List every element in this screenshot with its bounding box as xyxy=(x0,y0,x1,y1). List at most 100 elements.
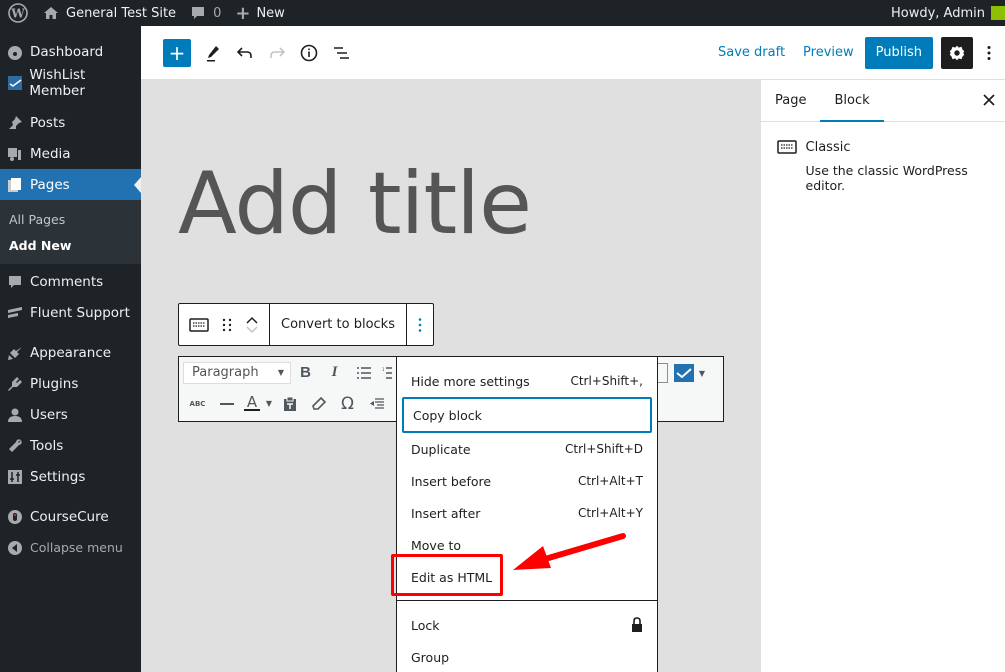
home-icon xyxy=(44,7,58,19)
italic-button[interactable]: I xyxy=(320,360,349,386)
menu-item-shortcut: Ctrl+Alt+Y xyxy=(577,506,643,520)
tab-block[interactable]: Block xyxy=(820,80,883,122)
undo-button[interactable] xyxy=(229,37,261,69)
sidebar-item-appearance[interactable]: Appearance xyxy=(0,337,141,368)
pages-submenu: All Pages Add New xyxy=(0,200,141,264)
wordpress-logo-icon[interactable]: W xyxy=(0,0,36,26)
publish-button[interactable]: Publish xyxy=(864,36,933,69)
details-button[interactable] xyxy=(293,37,325,69)
list-view-button[interactable] xyxy=(325,37,357,69)
text-color-button[interactable]: A xyxy=(241,391,263,417)
drag-handle[interactable] xyxy=(213,311,241,339)
redo-button[interactable] xyxy=(261,37,293,69)
sidebar-item-label: Dashboard xyxy=(30,43,104,60)
preview-button[interactable]: Preview xyxy=(794,45,863,60)
close-icon xyxy=(983,94,995,106)
sidebar-item-media[interactable]: Media xyxy=(0,138,141,169)
sidebar-item-label: Tools xyxy=(30,437,64,454)
sidebar-item-plugins[interactable]: Plugins xyxy=(0,368,141,399)
horizontal-line-icon xyxy=(219,402,234,405)
sidebar-item-wishlist-member[interactable]: WishList Member xyxy=(0,67,141,99)
menu-item-lock[interactable]: Lock xyxy=(397,609,657,641)
menu-item-edit-as-html[interactable]: Edit as HTML xyxy=(397,561,657,593)
gear-icon xyxy=(949,45,965,60)
sidebar-item-label: Posts xyxy=(30,114,66,131)
special-character-button[interactable]: Ω xyxy=(333,391,362,417)
text-color-dropdown[interactable]: ▼ xyxy=(263,391,275,417)
paste-text-button[interactable] xyxy=(275,391,304,417)
bullet-list-button[interactable] xyxy=(349,360,378,386)
sidebar-item-settings[interactable]: Settings xyxy=(0,461,141,492)
convert-label: Convert to blocks xyxy=(281,317,395,332)
sidebar-item-posts[interactable]: Posts xyxy=(0,107,141,138)
block-options-button[interactable] xyxy=(407,304,433,345)
editor-header: + Save draft Preview Publish xyxy=(141,26,1005,80)
submenu-all-pages[interactable]: All Pages xyxy=(0,206,141,232)
menu-item-move-to[interactable]: Move to xyxy=(397,529,657,561)
menu-item-label: Lock xyxy=(411,617,440,633)
bold-button[interactable]: B xyxy=(291,360,320,386)
clipboard-icon xyxy=(283,396,296,411)
fluent-icon xyxy=(6,304,24,322)
comments-link[interactable]: 0 xyxy=(183,0,228,26)
menu-item-label: Copy block xyxy=(413,407,482,423)
text-color-icon: A xyxy=(246,393,258,411)
move-down-button[interactable] xyxy=(245,325,259,335)
menu-item-duplicate[interactable]: Duplicate Ctrl+Shift+D xyxy=(397,433,657,465)
wishlist-icon xyxy=(6,74,23,92)
menu-item-hide-more-settings[interactable]: Hide more settings Ctrl+Shift+, xyxy=(397,365,657,397)
block-inserter-button[interactable]: + xyxy=(163,38,191,67)
block-type-button[interactable] xyxy=(185,311,213,339)
strikethrough-button[interactable]: ABC xyxy=(183,391,212,417)
menu-item-label: Move to xyxy=(411,537,462,553)
site-name-link[interactable]: General Test Site xyxy=(36,0,183,26)
sliders-icon xyxy=(6,468,24,486)
sidebar-item-fluent-support[interactable]: Fluent Support xyxy=(0,297,141,328)
menu-item-copy-block[interactable]: Copy block xyxy=(402,397,652,433)
sidebar-item-comments[interactable]: Comments xyxy=(0,266,141,297)
sidebar-item-tools[interactable]: Tools xyxy=(0,430,141,461)
settings-button[interactable] xyxy=(941,36,973,69)
plus-icon: + xyxy=(168,40,186,65)
sidebar-item-label: Pages xyxy=(30,176,70,193)
numbered-list-button[interactable]: 1 xyxy=(378,360,396,386)
collapse-icon xyxy=(6,539,24,557)
options-button[interactable] xyxy=(973,37,1005,69)
pin-icon xyxy=(6,114,24,132)
menu-item-group[interactable]: Group xyxy=(397,641,657,672)
sidebar-item-pages[interactable]: Pages xyxy=(0,169,141,200)
my-account-link[interactable]: Howdy, Admin xyxy=(884,0,1005,26)
move-up-button[interactable] xyxy=(245,315,259,325)
menu-item-label: Edit as HTML xyxy=(411,569,493,585)
menu-item-insert-before[interactable]: Insert before Ctrl+Alt+T xyxy=(397,465,657,497)
user-icon xyxy=(6,406,24,424)
sidebar-item-dashboard[interactable]: Dashboard xyxy=(0,36,141,67)
caret-down-icon[interactable]: ▼ xyxy=(699,369,705,378)
convert-to-blocks-button[interactable]: Convert to blocks xyxy=(270,304,407,345)
dashboard-icon xyxy=(6,43,24,61)
save-draft-button[interactable]: Save draft xyxy=(709,45,794,60)
close-sidebar-button[interactable] xyxy=(983,91,995,110)
brush-icon xyxy=(6,344,24,362)
post-title-input[interactable]: Add title xyxy=(178,154,532,254)
format-select[interactable]: Paragraph ▼ xyxy=(183,361,291,384)
sidebar-item-coursecure[interactable]: CourseCure xyxy=(0,501,141,532)
submenu-add-new[interactable]: Add New xyxy=(0,232,141,258)
submenu-label: Add New xyxy=(9,237,72,253)
tools-button[interactable] xyxy=(197,37,229,69)
new-content-link[interactable]: + New xyxy=(228,0,291,26)
redo-icon xyxy=(270,46,286,58)
sidebar-item-users[interactable]: Users xyxy=(0,399,141,430)
clear-formatting-button[interactable] xyxy=(304,391,333,417)
checkmark-icon[interactable] xyxy=(673,364,694,382)
menu-item-insert-after[interactable]: Insert after Ctrl+Alt+Y xyxy=(397,497,657,529)
menu-item-label: Insert before xyxy=(411,473,492,489)
horizontal-line-button[interactable] xyxy=(212,391,241,417)
publish-label: Publish xyxy=(875,45,922,60)
new-label: New xyxy=(256,5,285,21)
tab-page[interactable]: Page xyxy=(761,80,820,122)
wrench-icon xyxy=(6,437,24,455)
coursecure-icon xyxy=(6,508,24,526)
collapse-menu-button[interactable]: Collapse menu xyxy=(0,532,141,563)
outdent-button[interactable] xyxy=(362,391,391,417)
